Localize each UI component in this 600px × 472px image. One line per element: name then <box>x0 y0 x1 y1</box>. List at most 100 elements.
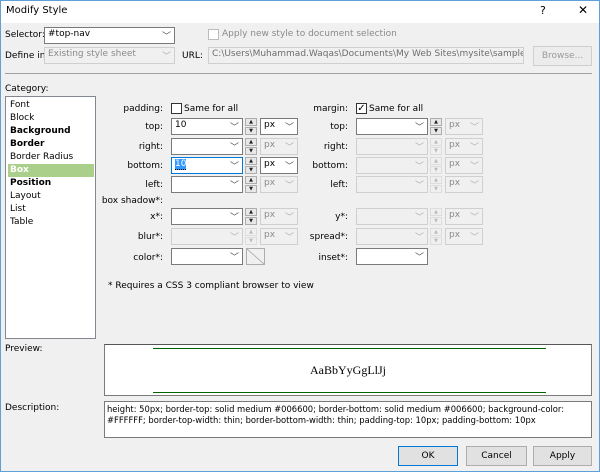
margin-bottom-unit[interactable]: px ﹀ <box>445 157 483 174</box>
margin-bottom-spinner[interactable]: ▲ ▼ <box>430 157 442 174</box>
padding-bottom-spinner[interactable]: ▲ ▼ <box>245 157 257 174</box>
shadow-y-input[interactable]: ﹀ <box>356 208 428 225</box>
shadow-color-input[interactable]: ﹀ <box>171 248 243 265</box>
margin-bottom-input[interactable]: ﹀ <box>356 157 428 174</box>
chevron-down-icon: ﹀ <box>229 253 239 263</box>
unit-value: px <box>264 140 276 150</box>
category-item-block[interactable]: Block <box>8 112 94 125</box>
shadow-x-unit[interactable]: px ﹀ <box>260 208 298 225</box>
selector-combo[interactable]: #top-nav ﹀ <box>44 27 175 44</box>
browse-button[interactable]: Browse... <box>533 46 592 66</box>
padding-bottom-input[interactable]: 10 ﹀ <box>171 157 243 174</box>
checkmark-icon: ✓ <box>357 103 366 114</box>
css3-note: * Requires a CSS 3 compliant browser to … <box>108 281 314 291</box>
category-item-position[interactable]: Position <box>8 177 94 190</box>
margin-right-unit[interactable]: px ﹀ <box>445 138 483 155</box>
cancel-button[interactable]: Cancel <box>466 446 527 466</box>
margin-right-spinner[interactable]: ▲ ▼ <box>430 138 442 155</box>
category-item-layout[interactable]: Layout <box>8 190 94 203</box>
unit-value: px <box>264 178 276 188</box>
margin-right-input[interactable]: ﹀ <box>356 138 428 155</box>
box-shadow-label: box shadow*: <box>101 196 163 206</box>
color-picker-button[interactable] <box>246 248 265 265</box>
chevron-down-icon: ﹀ <box>284 123 294 133</box>
chevron-down-icon: ﹀ <box>469 123 479 133</box>
padding-top-input[interactable]: 10 ﹀ <box>171 118 243 135</box>
shadow-y-spinner[interactable]: ▲ ▼ <box>430 208 442 225</box>
margin-top-unit[interactable]: px ﹀ <box>445 118 483 135</box>
shadow-spread-spinner[interactable]: ▲ ▼ <box>430 228 442 245</box>
margin-top-spinner[interactable]: ▲ ▼ <box>430 118 442 135</box>
padding-right-label: right: <box>138 142 163 152</box>
close-button[interactable]: ✕ <box>578 3 588 17</box>
shadow-inset-label: inset*: <box>318 253 349 263</box>
shadow-spread-unit[interactable]: px ﹀ <box>445 228 483 245</box>
preview-border-bottom <box>153 392 546 393</box>
margin-top-input[interactable]: ﹀ <box>356 118 428 135</box>
category-item-border[interactable]: Border <box>8 138 94 151</box>
padding-same-checkbox[interactable] <box>171 103 182 114</box>
chevron-down-icon: ﹀ <box>469 162 479 172</box>
shadow-x-spinner[interactable]: ▲ ▼ <box>245 208 257 225</box>
define-in-combo[interactable]: Existing style sheet ﹀ <box>44 47 175 64</box>
apply-button[interactable]: Apply <box>533 446 592 466</box>
margin-same-checkbox[interactable]: ✓ <box>356 103 367 114</box>
shadow-y-unit[interactable]: px ﹀ <box>445 208 483 225</box>
chevron-down-icon: ﹀ <box>284 162 294 172</box>
preview-box: AaBbYyGgLlJj <box>104 344 592 396</box>
padding-top-label: top: <box>145 122 163 132</box>
category-item-box[interactable]: Box <box>8 164 94 177</box>
help-button[interactable]: ? <box>540 4 546 17</box>
shadow-blur-label: blur*: <box>137 232 163 242</box>
padding-left-input[interactable]: ﹀ <box>171 176 243 193</box>
define-in-label: Define in: <box>5 51 49 61</box>
category-item-table[interactable]: Table <box>8 216 94 229</box>
padding-left-unit[interactable]: px ﹀ <box>260 176 298 193</box>
chevron-down-icon: ﹀ <box>414 181 424 191</box>
shadow-inset-input[interactable]: ﹀ <box>356 248 428 265</box>
margin-left-unit[interactable]: px ﹀ <box>445 176 483 193</box>
url-combo[interactable]: C:\Users\Muhammad.Waqas\Documents\My Web… <box>208 47 524 64</box>
padding-top-spinner[interactable]: ▲ ▼ <box>245 118 257 135</box>
chevron-down-icon: ﹀ <box>469 181 479 191</box>
define-in-value: Existing style sheet <box>48 49 136 59</box>
chevron-down-icon: ﹀ <box>414 123 424 133</box>
unit-value: px <box>449 178 461 188</box>
category-item-border-radius[interactable]: Border Radius <box>8 151 94 164</box>
shadow-blur-input[interactable]: ﹀ <box>171 228 243 245</box>
unit-value: px <box>449 140 461 150</box>
chevron-down-icon: ﹀ <box>414 253 424 263</box>
chevron-down-icon: ﹀ <box>414 233 424 243</box>
category-item-background[interactable]: Background <box>8 125 94 138</box>
unit-value: px <box>264 230 276 240</box>
padding-top-unit[interactable]: px ﹀ <box>260 118 298 135</box>
shadow-x-label: x*: <box>150 212 163 222</box>
chevron-down-icon: ﹀ <box>229 181 239 191</box>
preview-sample-text: AaBbYyGgLlJj <box>310 363 386 377</box>
padding-right-unit[interactable]: px ﹀ <box>260 138 298 155</box>
padding-left-spinner[interactable]: ▲ ▼ <box>245 176 257 193</box>
chevron-down-icon: ﹀ <box>161 32 171 42</box>
shadow-spread-label: spread*: <box>309 232 348 242</box>
margin-right-label: right: <box>323 142 348 152</box>
category-label: Category: <box>5 84 49 94</box>
category-list[interactable]: Font Block Background Border Border Radi… <box>5 96 96 339</box>
chevron-down-icon: ﹀ <box>510 52 520 62</box>
shadow-y-label: y*: <box>335 212 348 222</box>
margin-left-spinner[interactable]: ▲ ▼ <box>430 176 442 193</box>
category-item-font[interactable]: Font <box>8 99 94 112</box>
category-item-list[interactable]: List <box>8 203 94 216</box>
apply-selection-checkbox[interactable] <box>208 29 219 40</box>
padding-right-input[interactable]: ﹀ <box>171 138 243 155</box>
shadow-x-input[interactable]: ﹀ <box>171 208 243 225</box>
ok-button[interactable]: OK <box>398 446 458 466</box>
title-bar <box>1 1 599 23</box>
padding-bottom-unit[interactable]: px ﹀ <box>260 157 298 174</box>
shadow-blur-spinner[interactable]: ▲ ▼ <box>245 228 257 245</box>
apply-selection-label: Apply new style to document selection <box>222 29 397 39</box>
shadow-spread-input[interactable]: ﹀ <box>356 228 428 245</box>
url-value: C:\Users\Muhammad.Waqas\Documents\My Web… <box>212 49 524 59</box>
unit-value: px <box>449 210 461 220</box>
padding-right-spinner[interactable]: ▲ ▼ <box>245 138 257 155</box>
margin-left-input[interactable]: ﹀ <box>356 176 428 193</box>
